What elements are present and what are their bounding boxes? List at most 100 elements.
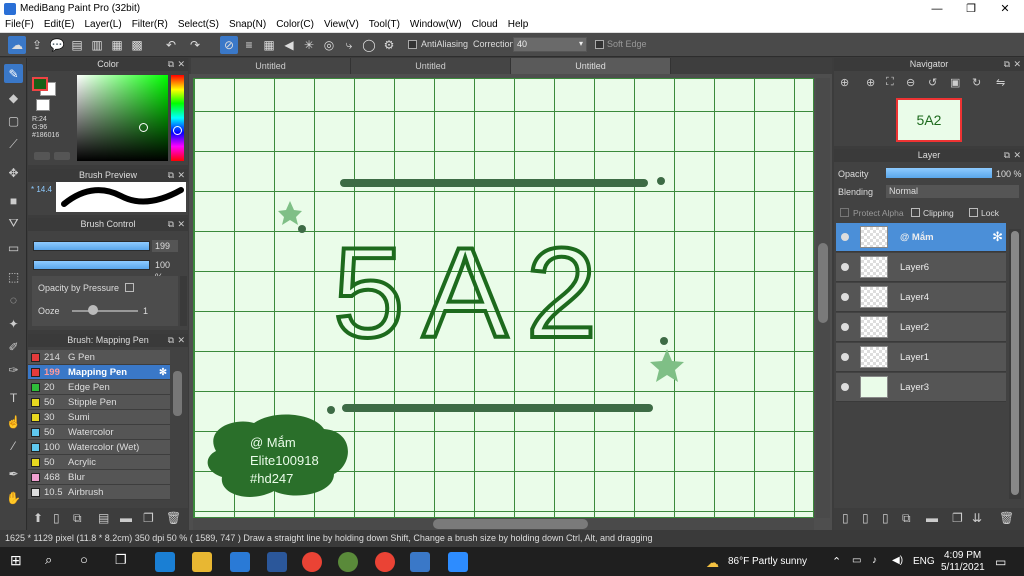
mic-icon[interactable]: ♪ xyxy=(872,555,877,566)
bucket-tool-icon[interactable]: ⛛ xyxy=(4,214,23,233)
tab-untitled-3[interactable]: Untitled xyxy=(511,58,671,74)
hue-slider[interactable] xyxy=(171,75,184,161)
minimize-button[interactable]: — xyxy=(920,0,954,18)
brush-item[interactable]: 199 Mapping Pen ✻ xyxy=(28,365,170,380)
zoom-fit-icon[interactable]: ⊕ xyxy=(840,76,849,89)
tab-untitled-2[interactable]: Untitled xyxy=(351,58,511,74)
operation-tool-icon[interactable]: ☝ xyxy=(4,412,23,431)
layer-row[interactable]: Layer4 xyxy=(836,283,1006,312)
panel-close-icon[interactable]: ✕ xyxy=(177,58,185,71)
brush-item[interactable]: 50 Stipple Pen xyxy=(28,395,170,410)
brush-size-value[interactable]: 199 xyxy=(152,240,178,252)
crosshatch-snap-icon[interactable]: ▦ xyxy=(260,36,278,54)
comment-icon[interactable]: 💬 xyxy=(48,36,66,54)
horizontal-scroll-thumb[interactable] xyxy=(433,519,588,529)
brush-list-scrollbar[interactable] xyxy=(173,371,182,416)
hand-tool-icon[interactable]: ✋ xyxy=(4,488,23,507)
medibang-taskbar-icon[interactable] xyxy=(410,552,430,572)
snap-off-icon[interactable]: ⊘ xyxy=(220,36,238,54)
select-eraser-tool-icon[interactable]: ✑ xyxy=(4,360,23,379)
cloud-icon[interactable]: ☁ xyxy=(8,36,26,54)
brush-item[interactable]: 214 G Pen xyxy=(28,350,170,365)
eyedropper-tool-icon[interactable]: ✒ xyxy=(4,464,23,483)
layer-settings-gear-icon[interactable]: ✻ xyxy=(992,229,1003,245)
new-halftone-layer-icon[interactable]: ▯ xyxy=(862,511,869,525)
brush-control-scrollbar[interactable] xyxy=(180,276,187,326)
eraser-tool-icon[interactable]: ◆ xyxy=(4,88,23,107)
color-add-icon[interactable] xyxy=(34,152,50,160)
layer-list-scrollbar[interactable] xyxy=(1009,229,1021,499)
brush-item[interactable]: 50 Watercolor xyxy=(28,425,170,440)
menu-window[interactable]: Window(W) xyxy=(405,18,467,30)
ooze-slider[interactable] xyxy=(72,310,138,312)
undock-icon[interactable]: ⧉ xyxy=(168,169,174,182)
tray-chevron-icon[interactable]: ⌃ xyxy=(832,555,841,568)
grid-list-icon[interactable]: ▦ xyxy=(108,36,126,54)
radial-snap-icon[interactable]: ✳ xyxy=(300,36,318,54)
protect-alpha-checkbox[interactable] xyxy=(840,208,849,217)
edge-icon[interactable] xyxy=(155,552,175,572)
clipping-checkbox[interactable] xyxy=(911,208,920,217)
vertical-scrollbar[interactable] xyxy=(816,78,830,518)
brush-folder-icon[interactable]: ▬ xyxy=(120,511,132,525)
layer-visibility-icon[interactable] xyxy=(841,263,849,271)
layer-visibility-icon[interactable] xyxy=(841,323,849,331)
file-explorer-icon[interactable] xyxy=(192,552,212,572)
ooze-slider-thumb[interactable] xyxy=(88,305,98,315)
new-8bit-layer-icon[interactable]: ▯ xyxy=(882,511,889,525)
layer-row[interactable]: @ Mắm ✻ xyxy=(836,223,1006,252)
brush-opacity-value[interactable]: 100 % xyxy=(152,259,178,282)
task-view-icon[interactable]: ❐ xyxy=(115,552,135,572)
fill-rect-tool-icon[interactable]: ■ xyxy=(4,191,23,210)
horizontal-scrollbar[interactable] xyxy=(193,518,814,530)
antialiasing-checkbox[interactable] xyxy=(408,40,417,49)
brush-item[interactable]: 100 Watercolor (Wet) xyxy=(28,440,170,455)
menu-file[interactable]: File(F) xyxy=(0,18,39,30)
panel-close-icon[interactable]: ✕ xyxy=(177,218,185,231)
lasso-tool-icon[interactable]: ◌ xyxy=(4,290,23,309)
rotate-right-icon[interactable]: ↻ xyxy=(972,76,981,89)
cortana-icon[interactable]: ○ xyxy=(80,552,100,572)
menu-color[interactable]: Color(C) xyxy=(271,18,319,30)
menu-view[interactable]: View(V) xyxy=(319,18,364,30)
primary-color-swatch[interactable] xyxy=(32,77,48,91)
layer-row[interactable]: Layer2 xyxy=(836,313,1006,342)
drawing-canvas[interactable]: 5A2 @ Mắm Elite100918 #hd247 xyxy=(193,78,814,518)
flip-icon[interactable]: ⇋ xyxy=(996,76,1005,89)
correction-select[interactable]: 40 xyxy=(513,37,587,52)
brush-item[interactable]: 10.5 Airbrush xyxy=(28,485,170,500)
windows-start-icon[interactable]: ⊞ xyxy=(10,552,30,572)
search-icon[interactable]: ⌕ xyxy=(45,552,65,572)
zoom-app-icon[interactable] xyxy=(448,552,468,572)
notification-icon[interactable]: ▭ xyxy=(995,555,1006,569)
rotate-left-icon[interactable]: ↺ xyxy=(928,76,937,89)
actual-size-icon[interactable]: ▣ xyxy=(950,76,960,89)
clock-time[interactable]: 4:09 PM xyxy=(944,550,981,561)
network-icon[interactable]: ▭ xyxy=(852,555,861,566)
brush-settings-icon[interactable]: ▤ xyxy=(98,511,109,525)
merge-layer-icon[interactable]: ⇊ xyxy=(972,511,982,525)
close-button[interactable]: ✕ xyxy=(988,0,1022,18)
language-indicator[interactable]: ENG xyxy=(913,556,935,567)
app-u-icon[interactable] xyxy=(338,552,358,572)
layer-visibility-icon[interactable] xyxy=(841,353,849,361)
redo-icon[interactable]: ↷ xyxy=(186,36,204,54)
undo-icon[interactable]: ↶ xyxy=(162,36,180,54)
brush-item[interactable]: 50 Acrylic xyxy=(28,455,170,470)
share-icon[interactable]: ▤ xyxy=(68,36,86,54)
circle-snap-icon[interactable]: ◎ xyxy=(320,36,338,54)
brush-item[interactable]: 30 Sumi xyxy=(28,410,170,425)
brush-tool-icon[interactable]: ✎ xyxy=(4,64,23,83)
brush-add-icon[interactable]: ⬆ xyxy=(33,511,43,525)
brush-delete-icon[interactable]: 🗑 xyxy=(166,511,181,525)
select-pen-tool-icon[interactable]: ✐ xyxy=(4,337,23,356)
tiles-icon[interactable]: ▩ xyxy=(128,36,146,54)
zoom-out-icon[interactable]: ⊖ xyxy=(906,76,915,89)
layer-visibility-icon[interactable] xyxy=(841,233,849,241)
menu-layer[interactable]: Layer(L) xyxy=(79,18,126,30)
layer-folder-icon[interactable]: ▬ xyxy=(926,511,938,525)
undock-icon[interactable]: ⧉ xyxy=(1004,58,1010,71)
clock-date[interactable]: 5/11/2021 xyxy=(941,562,985,573)
upload-icon[interactable]: ⇪ xyxy=(28,36,46,54)
parallel-snap-icon[interactable]: ≡ xyxy=(240,36,258,54)
